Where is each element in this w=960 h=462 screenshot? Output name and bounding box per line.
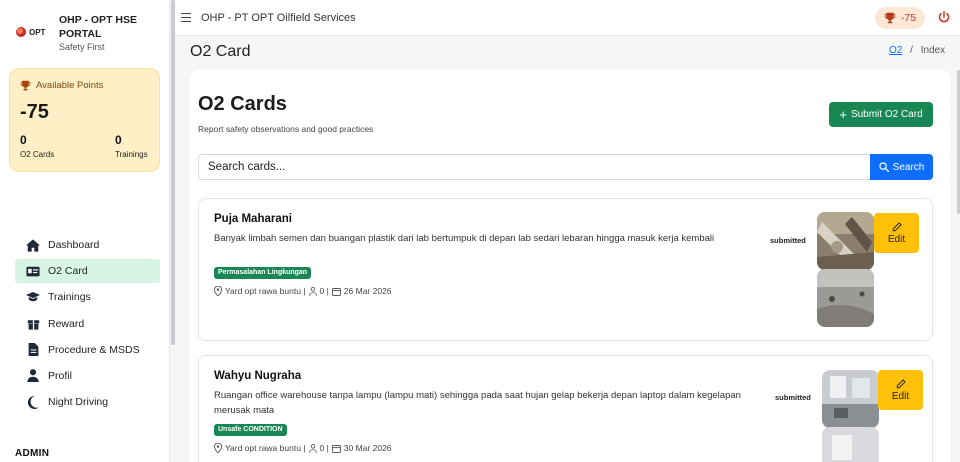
card-description: Ruangan office warehouse tanpa lampu (la…	[214, 390, 741, 416]
card-location: Yard opt rawa buntu |	[225, 443, 306, 453]
card-category-badge: Unsafe CONDITION	[214, 424, 287, 436]
trophy-icon	[20, 80, 31, 91]
sidebar-item-night-driving[interactable]: Night Driving	[15, 390, 160, 414]
trainings-label: Trainings	[115, 150, 148, 159]
sidebar-item-procedure-msds[interactable]: Procedure & MSDS	[15, 338, 160, 362]
logo-text: OPT	[29, 27, 46, 37]
breadcrumb: O2 / Index	[889, 45, 945, 56]
points-value: -75	[20, 101, 49, 123]
sidebar-item-trainings[interactable]: Trainings	[15, 285, 160, 309]
card-meta: Yard opt rawa buntu | 0 | 26 Mar 2026	[214, 286, 392, 296]
brand[interactable]: OPT OHP - OPT HSE PORTAL Safety First	[16, 12, 166, 56]
edit-button[interactable]: Edit	[874, 213, 919, 253]
sidebar-item-label: Night Driving	[48, 396, 109, 409]
trophy-icon	[884, 12, 896, 24]
card-author-name: Wahyu Nugraha	[214, 370, 302, 382]
main-subheading: Report safety observations and good prac…	[198, 124, 374, 134]
card-likes: 0 |	[319, 286, 329, 296]
sidebar-item-reward[interactable]: Reward	[15, 312, 160, 336]
plus-icon: +	[839, 106, 847, 122]
breadcrumb-separator: /	[910, 45, 913, 56]
sidebar-item-label: Trainings	[48, 291, 91, 304]
id-card-icon	[26, 264, 40, 278]
o2-card-item[interactable]: Wahyu Nugraha Ruangan office warehouse t…	[198, 355, 933, 462]
points-pill[interactable]: -75	[875, 7, 925, 29]
topbar: OHP - PT OPT Oilfield Services -75	[175, 0, 960, 36]
location-pin-icon	[214, 286, 222, 296]
calendar-icon	[331, 444, 341, 453]
card-meta: Yard opt rawa buntu | 0 | 30 Mar 2026	[214, 443, 392, 453]
search-button[interactable]: Search	[870, 154, 933, 180]
location-pin-icon	[214, 443, 222, 453]
card-photo-1[interactable]	[817, 212, 874, 270]
sidebar-nav: Dashboard O2 Card Trainings Reward Proce…	[15, 233, 160, 416]
o2-cards-stat: 0 O2 Cards	[20, 133, 54, 159]
card-likes: 0 |	[319, 443, 329, 453]
search-icon	[878, 162, 889, 172]
brand-logo: OPT	[16, 27, 45, 37]
card-author-name: Puja Maharani	[214, 213, 292, 225]
card-date: 30 Mar 2026	[343, 443, 392, 453]
page-title: O2 Card	[190, 43, 251, 60]
card-status-badge: submitted	[770, 236, 806, 245]
breadcrumb-current: Index	[920, 45, 946, 56]
gift-icon	[26, 317, 40, 331]
hamburger-menu-icon[interactable]	[181, 13, 191, 25]
sidebar: OPT OHP - OPT HSE PORTAL Safety First Av…	[0, 0, 170, 462]
card-status-badge: submitted	[775, 393, 811, 402]
topbar-title: OHP - PT OPT Oilfield Services	[201, 12, 356, 24]
edit-label: Edit	[891, 390, 910, 402]
admin-heading: ADMIN	[15, 448, 50, 459]
trainings-count: 0	[115, 133, 122, 147]
points-label-row: Available Points	[20, 80, 103, 91]
logo-mark-icon	[16, 27, 26, 37]
sidebar-item-dashboard[interactable]: Dashboard	[15, 233, 160, 257]
calendar-icon	[331, 287, 341, 296]
power-logout-icon[interactable]	[938, 11, 950, 26]
o2-card-item[interactable]: Puja Maharani Banyak limbah semen dan bu…	[198, 198, 933, 341]
brand-title: OHP - OPT HSE PORTAL	[59, 14, 137, 40]
sidebar-item-label: Reward	[48, 317, 85, 330]
brand-subtitle: Safety First	[59, 42, 105, 52]
card-description: Banyak limbah semen dan buangan plastik …	[214, 233, 715, 244]
pencil-icon	[892, 221, 902, 231]
user-icon	[308, 286, 317, 296]
sidebar-item-label: Profil	[48, 369, 72, 382]
search-button-label: Search	[892, 161, 925, 173]
sidebar-item-profil[interactable]: Profil	[15, 364, 160, 388]
edit-label: Edit	[887, 233, 906, 245]
card-photo-1[interactable]	[822, 370, 879, 428]
sidebar-item-label: O2 Card	[48, 265, 88, 278]
card-date: 26 Mar 2026	[343, 286, 392, 296]
user-icon	[308, 443, 317, 453]
o2-cards-label: O2 Cards	[20, 150, 55, 159]
moon-icon	[26, 395, 40, 409]
edit-button[interactable]: Edit	[878, 370, 923, 410]
pencil-icon	[896, 378, 906, 388]
sidebar-item-o2-card[interactable]: O2 Card	[15, 259, 160, 284]
sidebar-scrollbar[interactable]	[171, 0, 175, 345]
search-input[interactable]	[198, 154, 871, 180]
document-icon	[26, 343, 40, 357]
card-photo-2[interactable]	[817, 269, 874, 327]
card-photo-2[interactable]	[822, 427, 879, 462]
submit-label: Submit O2 Card	[850, 109, 923, 120]
sidebar-item-label: Procedure & MSDS	[48, 343, 140, 356]
breadcrumb-link-o2[interactable]: O2	[889, 45, 902, 56]
trainings-stat: 0 Trainings	[115, 133, 148, 159]
points-label: Available Points	[36, 80, 104, 91]
submit-o2-card-button[interactable]: + Submit O2 Card	[829, 102, 933, 127]
user-icon	[26, 369, 40, 383]
points-card: Available Points -75 0 O2 Cards 0 Traini…	[9, 68, 160, 172]
points-pill-value: -75	[900, 12, 917, 24]
graduation-cap-icon	[26, 290, 40, 304]
sidebar-item-label: Dashboard	[48, 239, 100, 251]
card-location: Yard opt rawa buntu |	[225, 286, 306, 296]
card-category-badge: Permasalahan Lingkungan	[214, 267, 312, 279]
home-icon	[26, 238, 40, 252]
main-heading: O2 Cards	[198, 93, 287, 115]
o2-cards-count: 0	[20, 133, 27, 147]
